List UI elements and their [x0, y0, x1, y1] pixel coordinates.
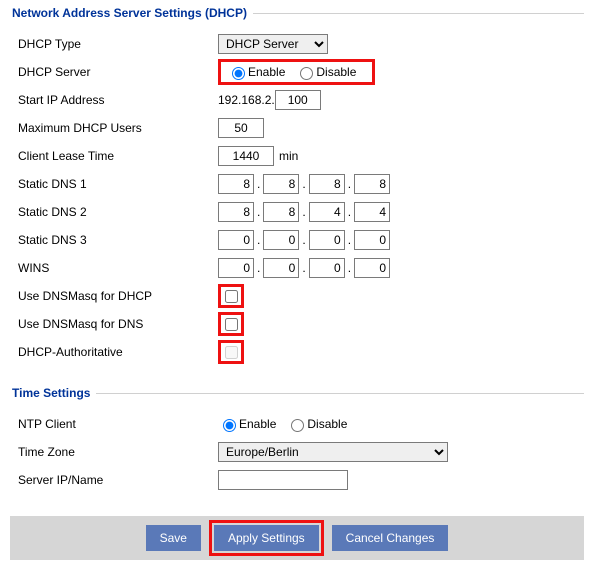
dhcp-settings-legend: Network Address Server Settings (DHCP)	[10, 6, 253, 20]
cancel-changes-button[interactable]: Cancel Changes	[332, 525, 449, 551]
start-ip-label: Start IP Address	[10, 93, 218, 107]
dhcp-authoritative-label: DHCP-Authoritative	[10, 345, 218, 359]
ntp-enable-option[interactable]: Enable	[218, 416, 276, 432]
dhcp-server-enable-label: Enable	[248, 65, 285, 79]
use-dnsmasq-dns-checkbox[interactable]	[225, 318, 238, 331]
server-name-input[interactable]	[218, 470, 348, 490]
time-settings-legend: Time Settings	[10, 386, 96, 400]
ntp-enable-label: Enable	[239, 417, 276, 431]
static-dns-1-label: Static DNS 1	[10, 177, 218, 191]
static-dns-2-octet-3[interactable]	[309, 202, 345, 222]
dhcp-server-disable-option[interactable]: Disable	[295, 64, 356, 80]
footer-bar: Save Apply Settings Cancel Changes	[10, 516, 584, 560]
ntp-disable-option[interactable]: Disable	[286, 416, 347, 432]
dhcp-settings-section: Network Address Server Settings (DHCP) D…	[10, 6, 584, 372]
static-dns-2-octet-1[interactable]	[218, 202, 254, 222]
dhcp-server-enable-option[interactable]: Enable	[227, 64, 285, 80]
max-users-input[interactable]	[218, 118, 264, 138]
ntp-disable-label: Disable	[307, 417, 347, 431]
static-dns-3-octet-2[interactable]	[263, 230, 299, 250]
dhcp-server-highlight: Enable Disable	[218, 59, 375, 85]
start-ip-prefix: 192.168.2.	[218, 93, 275, 107]
static-dns-2-octet-4[interactable]	[354, 202, 390, 222]
wins-octet-3[interactable]	[309, 258, 345, 278]
use-dnsmasq-dns-label: Use DNSMasq for DNS	[10, 317, 218, 331]
dhcp-authoritative-checkbox[interactable]	[225, 346, 238, 359]
dhcp-type-label: DHCP Type	[10, 37, 218, 51]
server-name-label: Server IP/Name	[10, 473, 218, 487]
ntp-enable-radio[interactable]	[223, 419, 236, 432]
dhcp-server-disable-radio[interactable]	[300, 67, 313, 80]
dhcp-server-label: DHCP Server	[10, 65, 218, 79]
apply-settings-button[interactable]: Apply Settings	[214, 525, 319, 551]
wins-octet-4[interactable]	[354, 258, 390, 278]
wins-octet-1[interactable]	[218, 258, 254, 278]
ntp-client-label: NTP Client	[10, 417, 218, 431]
dhcp-authoritative-highlight	[218, 340, 244, 364]
use-dnsmasq-dhcp-label: Use DNSMasq for DHCP	[10, 289, 218, 303]
static-dns-3-octet-4[interactable]	[354, 230, 390, 250]
wins-octet-2[interactable]	[263, 258, 299, 278]
use-dnsmasq-dns-highlight	[218, 312, 244, 336]
tz-select[interactable]: Europe/Berlin	[218, 442, 448, 462]
static-dns-3-octet-1[interactable]	[218, 230, 254, 250]
start-ip-host-input[interactable]	[275, 90, 321, 110]
static-dns-1-octet-1[interactable]	[218, 174, 254, 194]
static-dns-3-octet-3[interactable]	[309, 230, 345, 250]
lease-time-unit: min	[279, 149, 298, 163]
static-dns-1-octet-2[interactable]	[263, 174, 299, 194]
static-dns-1-octet-4[interactable]	[354, 174, 390, 194]
dhcp-server-disable-label: Disable	[316, 65, 356, 79]
wins-label: WINS	[10, 261, 218, 275]
lease-time-label: Client Lease Time	[10, 149, 218, 163]
use-dnsmasq-dhcp-checkbox[interactable]	[225, 290, 238, 303]
save-button[interactable]: Save	[146, 525, 201, 551]
static-dns-1-octet-3[interactable]	[309, 174, 345, 194]
tz-label: Time Zone	[10, 445, 218, 459]
use-dnsmasq-dhcp-highlight	[218, 284, 244, 308]
max-users-label: Maximum DHCP Users	[10, 121, 218, 135]
time-settings-section: Time Settings NTP Client Enable Disable …	[10, 386, 584, 500]
static-dns-3-label: Static DNS 3	[10, 233, 218, 247]
dhcp-type-select[interactable]: DHCP Server	[218, 34, 328, 54]
dhcp-server-enable-radio[interactable]	[232, 67, 245, 80]
static-dns-2-label: Static DNS 2	[10, 205, 218, 219]
lease-time-input[interactable]	[218, 146, 274, 166]
apply-highlight: Apply Settings	[209, 520, 324, 556]
static-dns-2-octet-2[interactable]	[263, 202, 299, 222]
ntp-disable-radio[interactable]	[291, 419, 304, 432]
